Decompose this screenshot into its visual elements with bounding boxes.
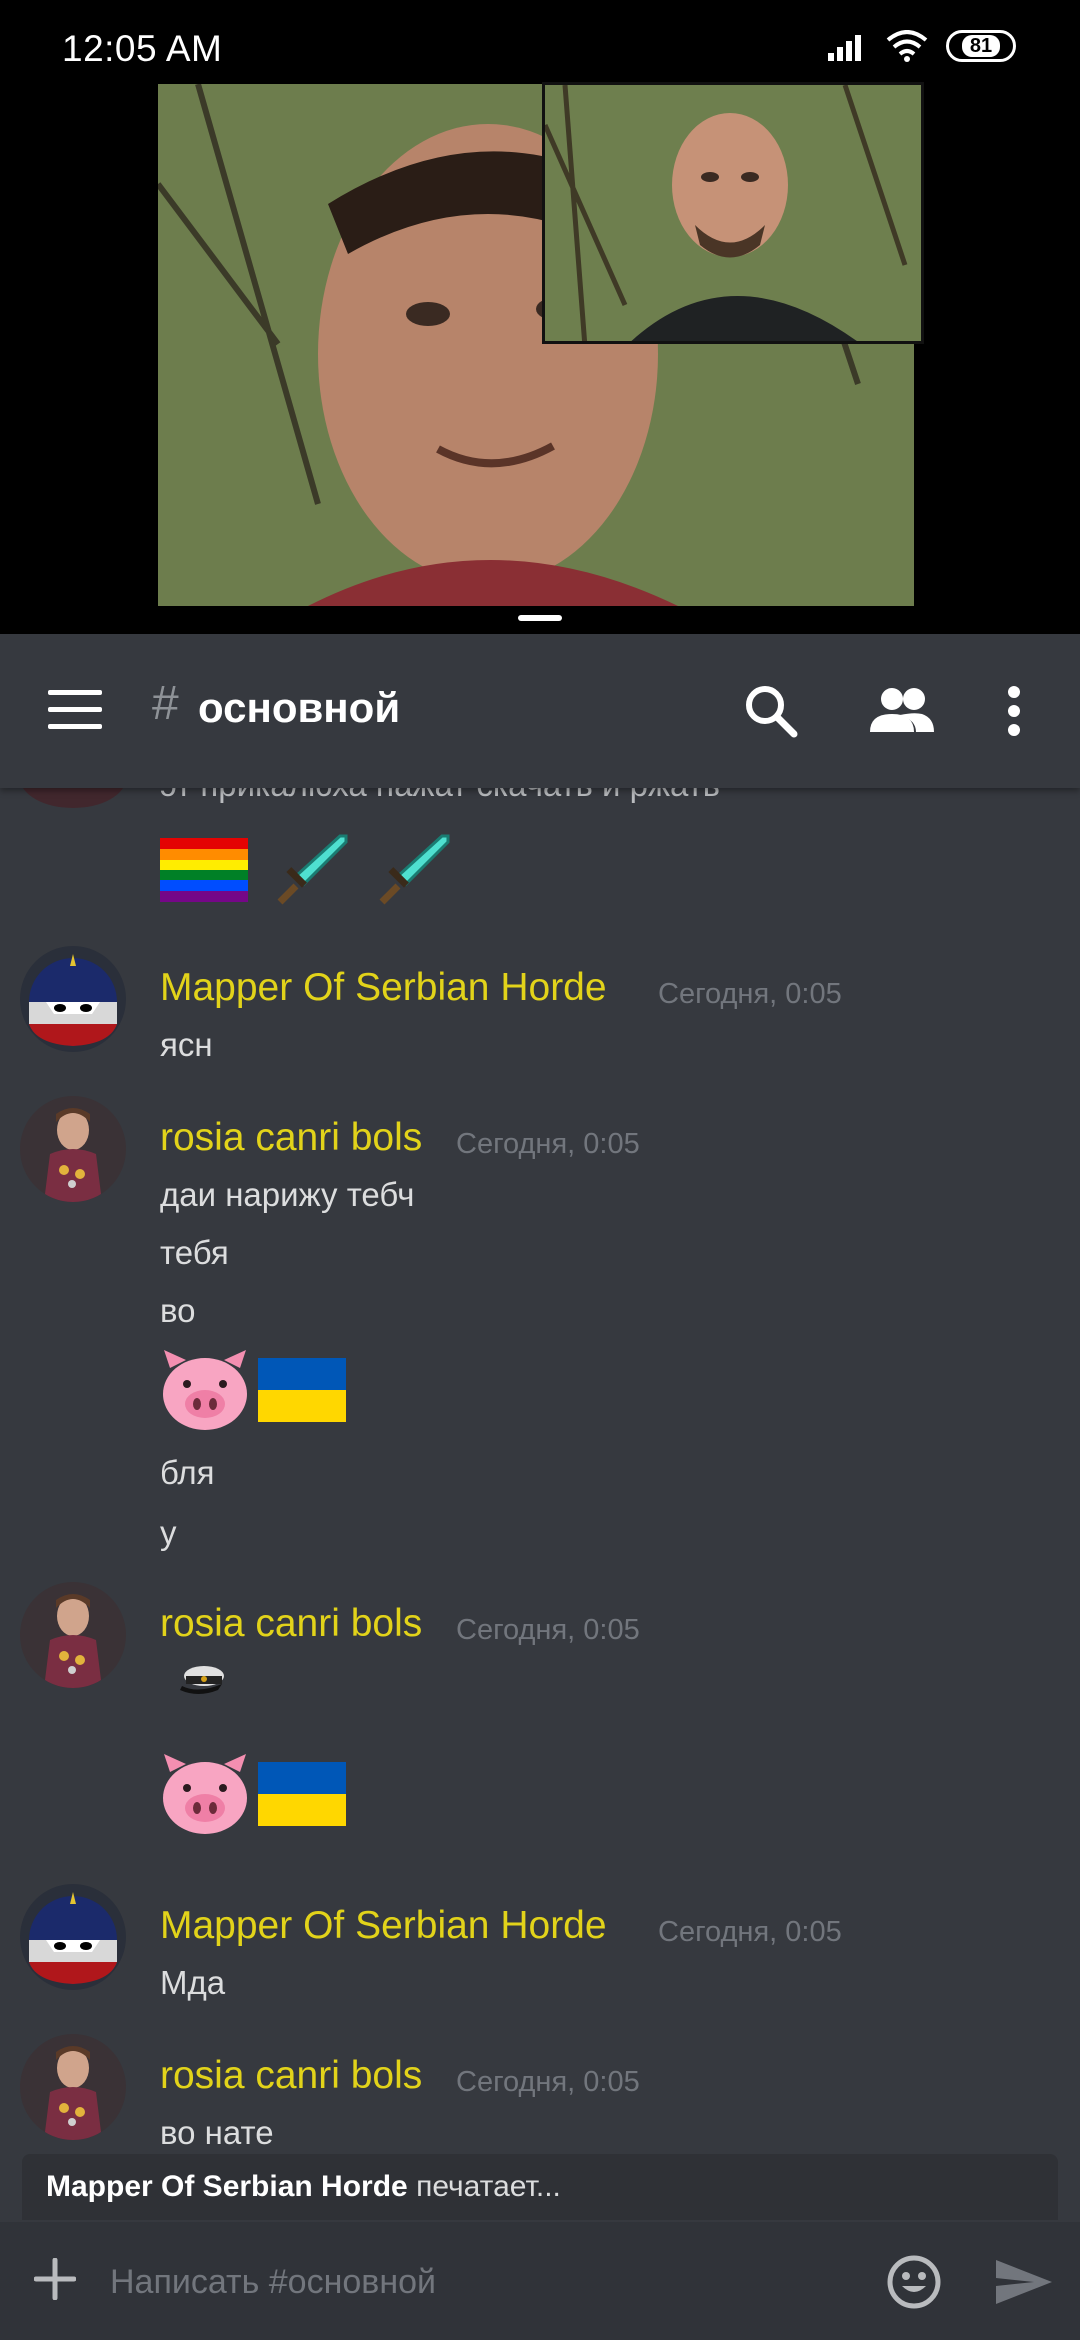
status-bar: 12:05 AM 81: [0, 0, 1080, 90]
pip-video-feed[interactable]: [542, 82, 924, 344]
message-text: у: [160, 1514, 177, 1551]
pig-face-icon: [163, 1754, 247, 1834]
add-icon[interactable]: [34, 2258, 76, 2300]
ukraine-flag-icon: [258, 1358, 346, 1422]
avatar[interactable]: [20, 1096, 126, 1202]
message-emojis: [160, 1752, 346, 1836]
message-text: тебя: [160, 1234, 229, 1271]
more-options-icon[interactable]: [1006, 684, 1022, 738]
message-author[interactable]: Mapper Of Serbian Horde: [160, 1904, 607, 1948]
battery-indicator: 81: [946, 30, 1016, 62]
channel-hash-symbol: #: [152, 677, 179, 730]
message-emojis: [178, 1660, 226, 1700]
message-text: бля: [160, 1454, 215, 1491]
avatar[interactable]: [20, 1582, 126, 1688]
video-call-area[interactable]: 12:05 AM 81: [0, 0, 1080, 634]
message-timestamp: Сегодня, 0:05: [456, 1128, 640, 1160]
battery-level: 81: [961, 35, 1001, 57]
typing-indicator: Mapper Of Serbian Horde печатает...: [22, 2154, 1058, 2220]
rainbow-flag-icon: [160, 838, 248, 902]
avatar[interactable]: [20, 946, 126, 1052]
status-icons: 81: [828, 30, 1016, 62]
status-time: 12:05 AM: [62, 28, 223, 69]
avatar[interactable]: [20, 788, 126, 808]
message-text: Мда: [160, 1964, 226, 2001]
diamond-sword-icon: [379, 834, 450, 905]
avatar[interactable]: [20, 1884, 126, 1990]
message-timestamp: Сегодня, 0:05: [456, 2066, 640, 2098]
emoji-icon[interactable]: [886, 2254, 942, 2310]
message-emojis: [160, 1348, 346, 1432]
message-text: даи нарижу тебч: [160, 1176, 415, 1213]
channel-title: основной: [198, 684, 401, 731]
message-text: эт прикалюха нажат скачать и ржать: [160, 788, 720, 804]
message-author[interactable]: Mapper Of Serbian Horde: [160, 966, 607, 1010]
video-drag-handle[interactable]: [518, 615, 562, 621]
search-icon[interactable]: [744, 684, 798, 738]
message-input-bar: [0, 2222, 1080, 2340]
typing-user: Mapper Of Serbian Horde: [46, 2170, 408, 2203]
message-author[interactable]: rosia canri bols: [160, 1116, 422, 1160]
message-text: во: [160, 1292, 196, 1329]
diamond-sword-icon: [277, 834, 348, 905]
military-cap-icon: [180, 1666, 224, 1694]
avatar[interactable]: [20, 2034, 126, 2140]
message-timestamp: Сегодня, 0:05: [658, 978, 842, 1010]
signal-icon: [828, 35, 861, 61]
message-list[interactable]: эт прикалюха нажат скачать и ржать: [0, 788, 1080, 2158]
ukraine-flag-icon: [258, 1762, 346, 1826]
message-author[interactable]: rosia canri bols: [160, 1602, 422, 1646]
message-input[interactable]: [110, 2250, 850, 2314]
message-timestamp: Сегодня, 0:05: [658, 1916, 842, 1948]
wifi-icon: [886, 30, 928, 62]
channel-header: # основной: [0, 634, 1080, 788]
message-emojis: [160, 830, 452, 910]
typing-text: Mapper Of Serbian Horde печатает...: [46, 2170, 561, 2204]
pig-face-icon: [163, 1350, 247, 1430]
typing-status: печатает...: [416, 2170, 561, 2203]
menu-icon[interactable]: [48, 690, 104, 730]
send-icon[interactable]: [994, 2256, 1054, 2308]
message-timestamp: Сегодня, 0:05: [456, 1614, 640, 1646]
message-author[interactable]: rosia canri bols: [160, 2054, 422, 2098]
members-icon[interactable]: [870, 686, 934, 734]
message-text: во нате: [160, 2114, 274, 2151]
message-text: ясн: [160, 1026, 213, 1063]
